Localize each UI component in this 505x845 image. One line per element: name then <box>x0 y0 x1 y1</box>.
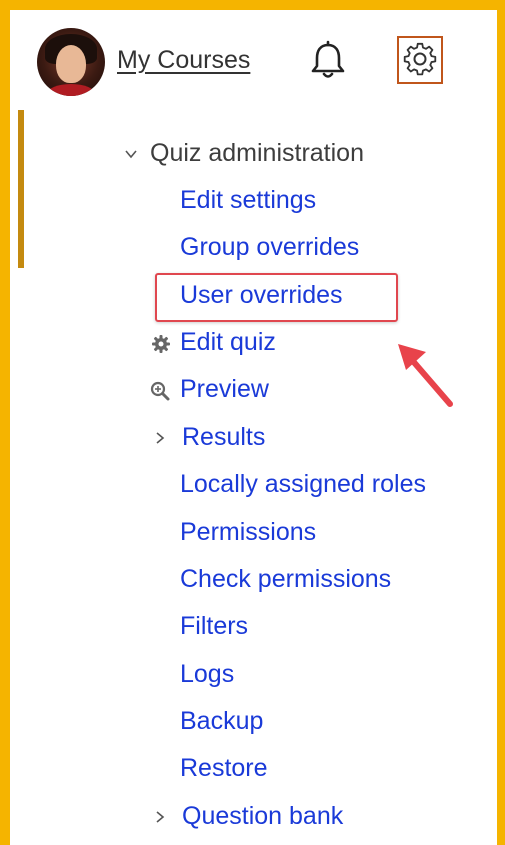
menu-item-preview[interactable]: Preview <box>180 373 269 405</box>
avatar[interactable] <box>37 28 105 96</box>
screenshot-frame: My Courses Quiz administration Edit sett… <box>0 0 505 845</box>
menu-item-permissions[interactable]: Permissions <box>180 516 316 548</box>
menu-item-restore[interactable]: Restore <box>180 752 268 784</box>
settings-button[interactable] <box>397 36 443 84</box>
magnifier-icon <box>150 381 170 401</box>
left-accent-strip <box>18 110 24 268</box>
chevron-down-icon[interactable] <box>124 147 138 161</box>
menu-item-results[interactable]: Results <box>182 421 265 453</box>
menu-item-filters[interactable]: Filters <box>180 610 248 642</box>
chevron-right-icon[interactable] <box>153 810 167 824</box>
border-right <box>497 0 505 845</box>
red-arrow <box>398 344 453 407</box>
menu-item-edit-settings[interactable]: Edit settings <box>180 184 316 216</box>
user-overrides-highlight-box <box>155 273 398 322</box>
menu-item-locally-assigned-roles[interactable]: Locally assigned roles <box>180 468 426 500</box>
cog-icon <box>152 335 170 353</box>
quiz-administration-heading[interactable]: Quiz administration <box>150 137 364 169</box>
bell-icon[interactable] <box>308 40 348 82</box>
border-left <box>0 0 10 845</box>
menu-item-check-permissions[interactable]: Check permissions <box>180 563 391 595</box>
menu-item-question-bank[interactable]: Question bank <box>182 800 343 832</box>
my-courses-link[interactable]: My Courses <box>117 44 250 76</box>
menu-item-backup[interactable]: Backup <box>180 705 263 737</box>
menu-item-logs[interactable]: Logs <box>180 658 234 690</box>
menu-item-group-overrides[interactable]: Group overrides <box>180 231 359 263</box>
menu-item-edit-quiz[interactable]: Edit quiz <box>180 326 276 358</box>
gear-icon <box>403 42 437 76</box>
chevron-right-icon[interactable] <box>153 431 167 445</box>
border-top <box>0 0 505 10</box>
